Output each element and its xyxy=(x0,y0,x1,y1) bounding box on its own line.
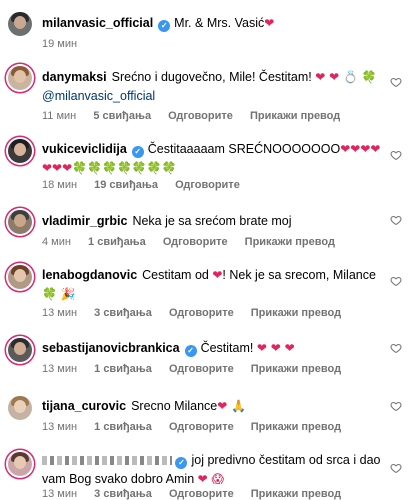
comment-username[interactable]: sebastijanovicbrankica xyxy=(42,341,180,355)
comment-emoji: ❤ 😱 xyxy=(197,472,225,486)
comment-body: milanvasic_official ✓ Mr. & Mrs. Vasić❤ xyxy=(42,14,390,33)
comment-time: 13 мин xyxy=(42,488,78,500)
heart-outline-icon[interactable] xyxy=(390,275,402,287)
heart-outline-icon[interactable] xyxy=(390,76,402,88)
reply-button[interactable]: Одговорите xyxy=(175,179,240,191)
comment-meta: 13 мин 1 свиђања Одговорите Прикажи прев… xyxy=(42,363,355,375)
comment-emoji: 🍀 🎉 xyxy=(42,287,76,301)
comment-time: 13 мин xyxy=(42,307,78,319)
comment-likes[interactable]: 19 свиђања xyxy=(94,179,158,191)
comment-time: 19 мин xyxy=(42,38,78,50)
heart-outline-icon[interactable] xyxy=(390,462,402,474)
comment-meta: 13 мин 3 свиђања Одговорите Прикажи прев… xyxy=(42,307,355,319)
reply-button[interactable]: Одговорите xyxy=(169,421,234,433)
comment-body: danymaksi Srećno i dugovečno, Mile! Česti… xyxy=(42,68,390,106)
comment-time: 11 мин xyxy=(42,110,77,122)
avatar[interactable] xyxy=(8,139,32,163)
comment-meta: 11 мин 5 свиђања Одговорите Прикажи прев… xyxy=(42,110,354,122)
comment-likes[interactable]: 3 свиђања xyxy=(94,488,152,500)
comment-meta: 13 мин 1 свиђања Одговорите Прикажи прев… xyxy=(42,421,355,433)
redacted-username xyxy=(42,456,172,466)
heart-outline-icon[interactable] xyxy=(390,214,402,226)
avatar[interactable] xyxy=(8,452,32,476)
comment-text-before: Cestitam od xyxy=(142,268,209,282)
comment-likes[interactable]: 5 свиђања xyxy=(93,110,151,122)
comment-likes[interactable]: 1 свиђања xyxy=(94,363,152,375)
comment-text: Čestitam! xyxy=(200,341,254,355)
comment-text: Srecno Milance xyxy=(131,399,218,413)
comment-likes[interactable]: 3 свиђања xyxy=(94,307,152,319)
translate-button[interactable]: Прикажи превод xyxy=(251,421,341,433)
comment-body: lenabogdanovic Cestitam od ❤! Nek je sa s… xyxy=(42,266,390,304)
comment-text: Mr. & Mrs. Vasić xyxy=(174,16,265,30)
comment-time: 4 мин xyxy=(42,236,71,248)
reply-button[interactable]: Одговорите xyxy=(169,363,234,375)
heart-outline-icon[interactable] xyxy=(390,400,402,412)
comment-time: 18 мин xyxy=(42,179,78,191)
comment-emoji-mid: ❤ xyxy=(212,268,223,282)
translate-button[interactable]: Прикажи превод xyxy=(250,110,340,122)
avatar[interactable] xyxy=(8,12,32,36)
reply-button[interactable]: Одговорите xyxy=(169,307,234,319)
verified-badge-icon: ✓ xyxy=(158,20,171,32)
comment-text: Čestitaaaaam SREĆNOOOOOOO xyxy=(147,142,341,156)
verified-badge-icon: ✓ xyxy=(184,345,197,357)
comment-text: Neka je sa srećom brate moj xyxy=(132,214,292,228)
verified-badge-icon: ✓ xyxy=(175,457,188,469)
comment-meta: 13 мин 3 свиђања Одговорите Прикажи прев… xyxy=(42,488,355,500)
comment-username[interactable]: lenabogdanovic xyxy=(42,268,137,282)
comment-username[interactable]: vladimir_grbic xyxy=(42,214,127,228)
comment-username[interactable]: vukiceviclidija xyxy=(42,142,127,156)
comment-time: 13 мин xyxy=(42,421,78,433)
comment-emoji: ❤ xyxy=(264,16,275,30)
comment-body: ✓ joj predivno čestitam od srca i dao vam… xyxy=(42,451,390,489)
reply-button[interactable]: Одговорите xyxy=(163,236,228,248)
avatar[interactable] xyxy=(8,338,32,362)
avatar[interactable] xyxy=(8,66,32,90)
comment-text: Srećno i dugovečno, Mile! Čestitam! xyxy=(111,70,312,84)
avatar[interactable] xyxy=(8,210,32,234)
translate-button[interactable]: Прикажи превод xyxy=(251,488,341,500)
comment-username[interactable]: danymaksi xyxy=(42,70,107,84)
comment-username[interactable]: tijana_curovic xyxy=(42,399,126,413)
comment-likes[interactable]: 1 свиђања xyxy=(88,236,146,248)
comment-mention[interactable]: @milanvasic_official xyxy=(42,89,155,103)
heart-outline-icon[interactable] xyxy=(390,342,402,354)
reply-button[interactable]: Одговорите xyxy=(169,488,234,500)
avatar[interactable] xyxy=(8,265,32,289)
comment-meta: 4 мин 1 свиђања Одговорите Прикажи прево… xyxy=(42,236,349,248)
comment-emoji: ❤ ❤ ❤ xyxy=(256,341,295,355)
reply-button[interactable]: Одговорите xyxy=(168,110,233,122)
comment-emoji: ❤ ❤ 💍 🍀 xyxy=(315,70,377,84)
comment-body: vukiceviclidija ✓ Čestitaaaaam SREĆNOOOOOO… xyxy=(42,140,390,178)
avatar[interactable] xyxy=(8,396,32,420)
heart-outline-icon[interactable] xyxy=(390,149,402,161)
comment-time: 13 мин xyxy=(42,363,78,375)
comment-likes[interactable]: 1 свиђања xyxy=(94,421,152,433)
comment-text: ! Nek je sa srecom, Milance xyxy=(222,268,376,282)
translate-button[interactable]: Прикажи превод xyxy=(251,307,341,319)
comment-body: tijana_curovic Srecno Milance❤ 🙏 xyxy=(42,397,390,416)
comment-body: sebastijanovicbrankica ✓ Čestitam! ❤ ❤ ❤ xyxy=(42,339,390,358)
comment-emoji: ❤ 🙏 xyxy=(217,399,247,413)
comment-meta: 19 мин xyxy=(42,38,91,50)
translate-button[interactable]: Прикажи превод xyxy=(245,236,335,248)
comment-meta: 18 мин 19 свиђања Одговорите xyxy=(42,179,254,191)
comment-body: vladimir_grbic Neka je sa srećom brate mo… xyxy=(42,212,390,231)
comments-list: milanvasic_official ✓ Mr. & Mrs. Vasić❤ 19… xyxy=(0,0,412,500)
translate-button[interactable]: Прикажи превод xyxy=(251,363,341,375)
comment-username[interactable]: milanvasic_official xyxy=(42,16,153,30)
verified-badge-icon: ✓ xyxy=(131,146,144,158)
